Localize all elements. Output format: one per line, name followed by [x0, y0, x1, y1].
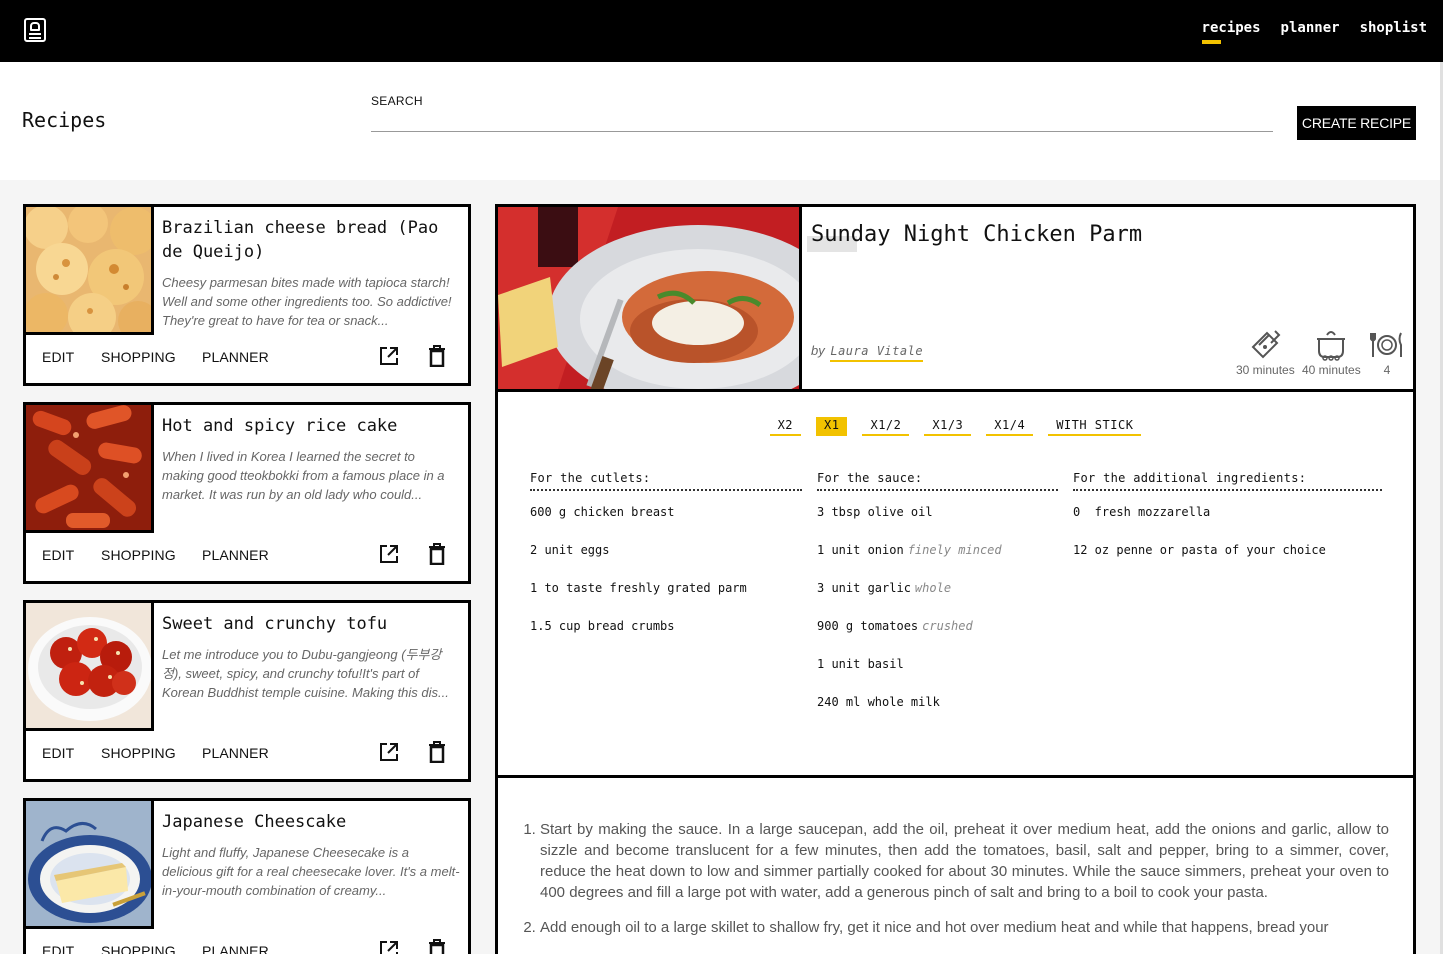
- author-link[interactable]: Laura Vitale: [830, 344, 924, 362]
- top-navbar: recipes planner shoplist: [0, 0, 1443, 62]
- recipe-card-actions: EDIT SHOPPING PLANNER: [26, 729, 468, 779]
- ingredient-item: 600 g chicken breast: [530, 505, 675, 519]
- recipe-detail-photo: [498, 207, 802, 389]
- recipe-card-actions: EDIT SHOPPING PLANNER: [26, 927, 468, 954]
- nav-link-shoplist[interactable]: shoplist: [1360, 20, 1427, 42]
- portion-with-stick[interactable]: WITH STICK: [1048, 417, 1142, 436]
- ingredient-item: 1.5 cup bread crumbs: [530, 619, 675, 633]
- recipe-card-description: Let me introduce you to Dubu-gangjeong (…: [162, 647, 449, 700]
- nav-links: recipes planner shoplist: [1201, 20, 1427, 44]
- recipe-card-description: When I lived in Korea I learned the secr…: [162, 449, 445, 502]
- recipe-card-actions: EDIT SHOPPING PLANNER: [26, 531, 468, 581]
- open-external-icon[interactable]: [379, 742, 399, 762]
- chef-hat-logo-icon[interactable]: [24, 18, 46, 42]
- ingredient-item: 900 g tomatoes crushed: [817, 619, 973, 633]
- search-input[interactable]: [371, 114, 1273, 132]
- planner-button[interactable]: PLANNER: [202, 943, 269, 954]
- ingredient-item: 240 ml whole milk: [817, 695, 940, 709]
- ingredient-group-sauce: For the sauce: 3 tbsp olive oil 1 unit o…: [817, 471, 1058, 729]
- planner-button[interactable]: PLANNER: [202, 745, 269, 761]
- ingredient-item: 0 fresh mozzarella: [1073, 505, 1211, 519]
- planner-button[interactable]: PLANNER: [202, 547, 269, 563]
- prep-time-stat: 30 minutes: [1236, 327, 1295, 377]
- recipe-card[interactable]: Sweet and crunchy tofu Let me introduce …: [23, 600, 471, 782]
- recipe-thumbnail-rice-cake[interactable]: [26, 405, 154, 533]
- page-title: Recipes: [19, 108, 106, 134]
- recipe-detail-panel: Sunday Night Chicken Parm by Laura Vital…: [495, 204, 1416, 954]
- detail-divider: [498, 389, 1413, 392]
- recipe-card[interactable]: Hot and spicy rice cake When I lived in …: [23, 402, 471, 584]
- nav-link-recipes[interactable]: recipes: [1201, 20, 1261, 44]
- cutting-knife-icon: [1251, 330, 1281, 359]
- ingredient-note: finely minced: [907, 543, 1002, 557]
- open-external-icon[interactable]: [379, 544, 399, 564]
- recipe-byline: by Laura Vitale: [811, 343, 924, 362]
- recipe-card-actions: EDIT SHOPPING PLANNER: [26, 333, 468, 383]
- search-label: SEARCH: [371, 94, 423, 108]
- ingredient-item: 3 tbsp olive oil: [817, 505, 933, 519]
- shopping-button[interactable]: SHOPPING: [101, 547, 176, 563]
- recipe-card[interactable]: Japanese Cheescake Light and fluffy, Jap…: [23, 798, 471, 954]
- recipe-card-title[interactable]: Japanese Cheescake: [162, 810, 458, 834]
- delete-trash-icon[interactable]: [428, 345, 446, 367]
- recipe-card-description: Cheesy parmesan bites made with tapioca …: [162, 275, 452, 328]
- edit-button[interactable]: EDIT: [42, 745, 74, 761]
- steps-divider: [498, 775, 1413, 778]
- recipe-steps: Start by making the sauce. In a large sa…: [518, 819, 1389, 952]
- ingredient-group-heading: For the additional ingredients:: [1073, 471, 1382, 491]
- ingredient-note: crushed: [922, 619, 973, 633]
- cooking-pot-icon: [1317, 331, 1346, 361]
- recipe-card-description: Light and fluffy, Japanese Cheesecake is…: [162, 845, 460, 898]
- shopping-button[interactable]: SHOPPING: [101, 745, 176, 761]
- planner-button[interactable]: PLANNER: [202, 349, 269, 365]
- edit-button[interactable]: EDIT: [42, 349, 74, 365]
- ingredient-item: 3 unit garlic whole: [817, 581, 952, 595]
- page-header: Recipes SEARCH CREATE RECIPE: [0, 62, 1443, 180]
- create-recipe-button[interactable]: CREATE RECIPE: [1297, 106, 1416, 140]
- recipe-card-title[interactable]: Sweet and crunchy tofu: [162, 612, 458, 636]
- recipe-card[interactable]: Brazilian cheese bread (Pao de Queijo) C…: [23, 204, 471, 386]
- recipe-step: Start by making the sauce. In a large sa…: [540, 819, 1389, 903]
- nav-link-planner[interactable]: planner: [1281, 20, 1340, 42]
- recipe-thumbnail-cheese-bread[interactable]: [26, 207, 154, 335]
- delete-trash-icon[interactable]: [428, 939, 446, 954]
- recipe-card-title[interactable]: Brazilian cheese bread (Pao de Queijo): [162, 216, 458, 264]
- ingredient-group-heading: For the cutlets:: [530, 471, 802, 491]
- edit-button[interactable]: EDIT: [42, 943, 74, 954]
- shopping-button[interactable]: SHOPPING: [101, 349, 176, 365]
- ingredient-group-cutlets: For the cutlets: 600 g chicken breast 2 …: [530, 471, 802, 653]
- ingredient-item: 12 oz penne or pasta of your choice: [1073, 543, 1326, 557]
- ingredient-item: 1 unit basil: [817, 657, 904, 671]
- ingredient-group-additional: For the additional ingredients: 0 fresh …: [1073, 471, 1382, 577]
- portion-x2[interactable]: X2: [769, 417, 802, 436]
- open-external-icon[interactable]: [379, 940, 399, 954]
- ingredient-item: 1 to taste freshly grated parm: [530, 581, 747, 595]
- recipe-thumbnail-cheesecake[interactable]: [26, 801, 154, 929]
- portion-x1-2[interactable]: X1/2: [862, 417, 910, 436]
- recipe-card-title[interactable]: Hot and spicy rice cake: [162, 414, 458, 438]
- portion-x1-4[interactable]: X1/4: [986, 417, 1034, 436]
- ingredient-item: 1 unit onion finely minced: [817, 543, 1002, 557]
- open-external-icon[interactable]: [379, 346, 399, 366]
- delete-trash-icon[interactable]: [428, 543, 446, 565]
- ingredient-item: 2 unit eggs: [530, 543, 610, 557]
- ingredient-group-heading: For the sauce:: [817, 471, 1058, 491]
- portion-x1[interactable]: X1: [816, 417, 848, 436]
- recipe-step: Add enough oil to a large skillet to sha…: [540, 917, 1389, 938]
- recipe-detail-title: Sunday Night Chicken Parm: [807, 222, 1142, 252]
- shopping-button[interactable]: SHOPPING: [101, 943, 176, 954]
- recipe-thumbnail-tofu[interactable]: [26, 603, 154, 731]
- edit-button[interactable]: EDIT: [42, 547, 74, 563]
- ingredient-note: whole: [914, 581, 952, 595]
- portion-x1-3[interactable]: X1/3: [924, 417, 972, 436]
- plate-cutlery-icon: [1370, 332, 1402, 357]
- servings-stat: 4: [1370, 327, 1404, 377]
- delete-trash-icon[interactable]: [428, 741, 446, 763]
- cook-time-stat: 40 minutes: [1302, 327, 1361, 377]
- portion-selector: X2 X1 X1/2 X1/3 X1/4 WITH STICK: [498, 417, 1413, 436]
